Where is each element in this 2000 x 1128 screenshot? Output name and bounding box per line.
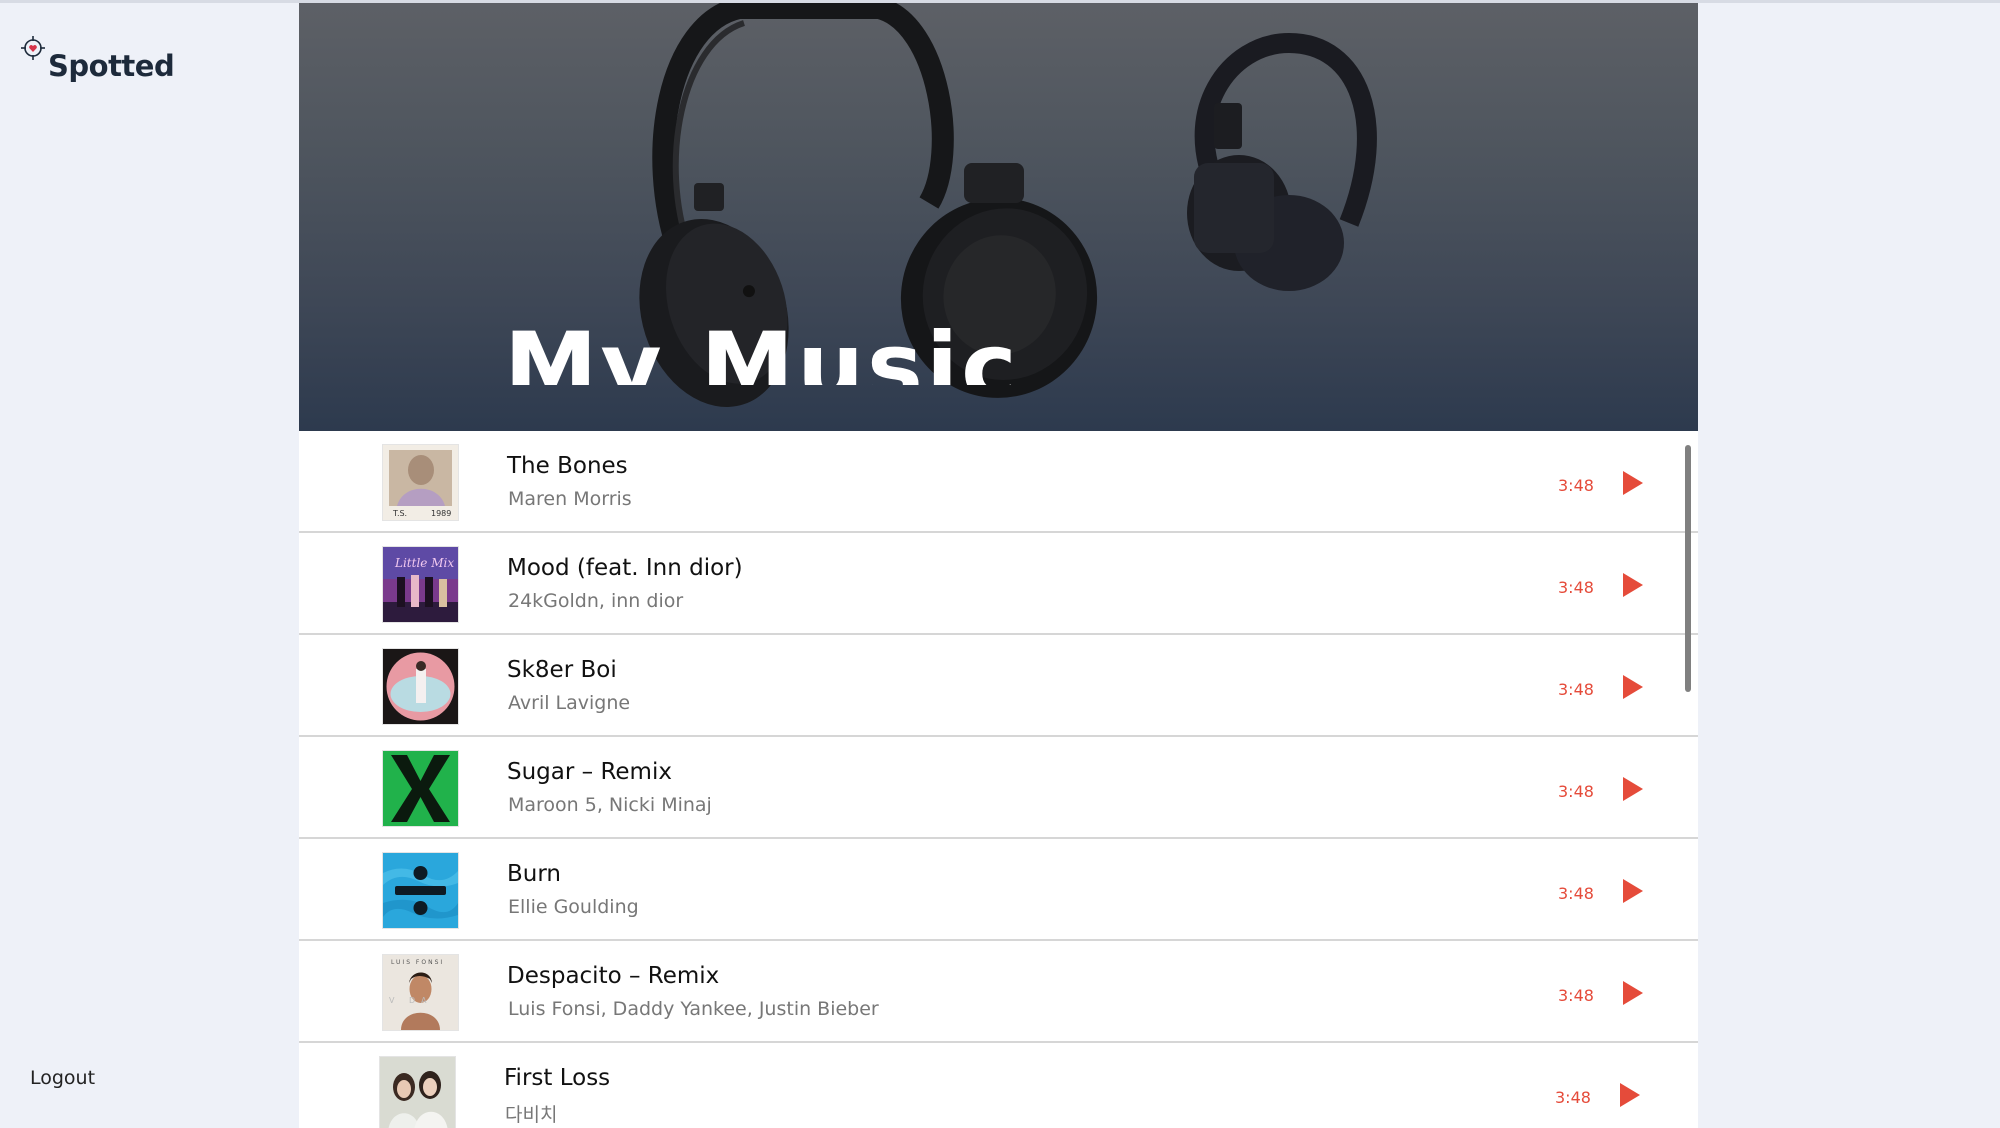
album-cover: T.S. 1989 bbox=[383, 445, 458, 520]
main-content: My Music T.S. 1989 The Bones Maren Morri… bbox=[299, 3, 1698, 1128]
little-mix-album-cover-image: Little Mix bbox=[383, 547, 458, 622]
play-button[interactable] bbox=[1621, 674, 1645, 700]
track-duration: 3:48 bbox=[1558, 680, 1594, 699]
hero-banner: My Music bbox=[299, 3, 1698, 431]
album-cover bbox=[383, 751, 458, 826]
track-title: Sugar – Remix bbox=[507, 759, 672, 785]
play-icon bbox=[1623, 981, 1643, 1005]
1989-album-cover-image: T.S. 1989 bbox=[383, 445, 458, 520]
album-cover bbox=[383, 649, 458, 724]
track-artist: 24kGoldn, inn dior bbox=[508, 590, 684, 612]
track-artist: Maroon 5, Nicki Minaj bbox=[508, 794, 712, 816]
track-title: Sk8er Boi bbox=[507, 657, 617, 683]
play-icon bbox=[1623, 879, 1643, 903]
track-duration: 3:48 bbox=[1558, 884, 1594, 903]
track-duration: 3:48 bbox=[1555, 1088, 1591, 1107]
target-heart-icon bbox=[20, 35, 46, 61]
play-button[interactable] bbox=[1621, 776, 1645, 802]
track-row[interactable]: First Loss 다비치 3:48 bbox=[299, 1043, 1698, 1128]
track-artist: 다비치 bbox=[505, 1104, 558, 1126]
album-cover bbox=[383, 853, 458, 928]
play-icon bbox=[1623, 471, 1643, 495]
track-duration: 3:48 bbox=[1558, 578, 1594, 597]
divide-album-cover-image bbox=[383, 853, 458, 928]
play-button[interactable] bbox=[1618, 1082, 1642, 1108]
play-button[interactable] bbox=[1621, 470, 1645, 496]
sidebar: Spotted Logout bbox=[0, 3, 299, 1128]
track-title: First Loss bbox=[504, 1065, 611, 1091]
play-button[interactable] bbox=[1621, 878, 1645, 904]
track-title: The Bones bbox=[507, 453, 628, 479]
track-list-scrollbar[interactable] bbox=[1685, 445, 1691, 692]
track-row[interactable]: LUIS FONSI V DA Despacito – Remix Luis F… bbox=[299, 941, 1698, 1043]
track-title: Mood (feat. Inn dior) bbox=[507, 555, 743, 581]
app-logo[interactable]: Spotted bbox=[20, 35, 175, 83]
track-duration: 3:48 bbox=[1558, 476, 1594, 495]
track-row[interactable]: Sk8er Boi Avril Lavigne 3:48 bbox=[299, 635, 1698, 737]
track-artist: Maren Morris bbox=[508, 488, 632, 510]
track-title: Burn bbox=[507, 861, 561, 887]
track-row[interactable]: Sugar – Remix Maroon 5, Nicki Minaj 3:48 bbox=[299, 737, 1698, 839]
page-title: My Music bbox=[504, 321, 1020, 385]
svg-text:LUIS FONSI: LUIS FONSI bbox=[391, 959, 444, 966]
svg-text:1989: 1989 bbox=[431, 509, 451, 518]
davichi-album-cover-image bbox=[380, 1057, 455, 1128]
svg-text:T.S.: T.S. bbox=[392, 509, 407, 518]
track-row[interactable]: Little Mix Mood (feat. Inn dior) 24kGold… bbox=[299, 533, 1698, 635]
play-icon bbox=[1623, 573, 1643, 597]
app-name: Spotted bbox=[48, 49, 175, 83]
svg-text:V DA: V DA bbox=[389, 996, 433, 1005]
track-artist: Avril Lavigne bbox=[508, 692, 631, 714]
track-duration: 3:48 bbox=[1558, 986, 1594, 1005]
play-icon bbox=[1623, 777, 1643, 801]
svg-text:Little Mix: Little Mix bbox=[394, 556, 454, 570]
play-button[interactable] bbox=[1621, 980, 1645, 1006]
album-cover: Little Mix bbox=[383, 547, 458, 622]
track-artist: Ellie Goulding bbox=[508, 896, 639, 918]
pink-circle-album-cover-image bbox=[383, 649, 458, 724]
play-icon bbox=[1623, 675, 1643, 699]
x-album-cover-image bbox=[383, 751, 458, 826]
track-duration: 3:48 bbox=[1558, 782, 1594, 801]
album-cover: LUIS FONSI V DA bbox=[383, 955, 458, 1030]
track-row[interactable]: Burn Ellie Goulding 3:48 bbox=[299, 839, 1698, 941]
album-cover bbox=[380, 1057, 455, 1128]
play-button[interactable] bbox=[1621, 572, 1645, 598]
track-list: T.S. 1989 The Bones Maren Morris 3:48 Li… bbox=[299, 431, 1698, 1128]
track-row[interactable]: T.S. 1989 The Bones Maren Morris 3:48 bbox=[299, 431, 1698, 533]
logout-link[interactable]: Logout bbox=[30, 1067, 95, 1089]
track-artist: Luis Fonsi, Daddy Yankee, Justin Bieber bbox=[508, 998, 879, 1020]
play-icon bbox=[1620, 1083, 1640, 1107]
track-title: Despacito – Remix bbox=[507, 963, 720, 989]
vida-album-cover-image: LUIS FONSI V DA bbox=[383, 955, 458, 1030]
